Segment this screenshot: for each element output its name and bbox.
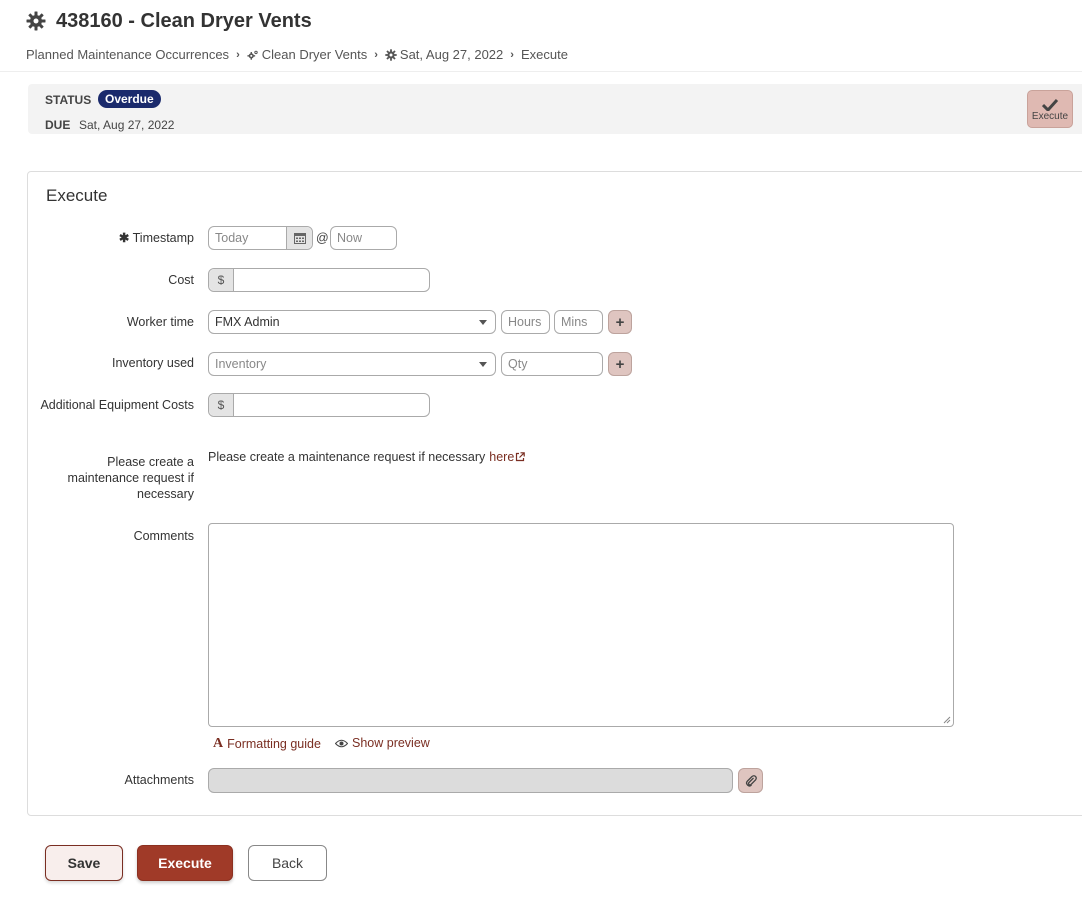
font-icon: A xyxy=(213,736,224,751)
breadcrumb-item-clean-dryer-vents[interactable]: Clean Dryer Vents xyxy=(247,47,368,62)
worker-select[interactable]: FMX Admin xyxy=(208,310,496,334)
add-worker-time-button[interactable]: + xyxy=(608,310,632,334)
paperclip-icon xyxy=(745,775,757,787)
execute-action-button[interactable]: Execute xyxy=(1027,90,1073,128)
show-preview-label: Show preview xyxy=(352,736,430,750)
breadcrumb-label: Execute xyxy=(520,47,568,62)
qty-field[interactable]: Qty xyxy=(501,352,603,376)
worker-selected-value: FMX Admin xyxy=(215,315,280,329)
plus-icon: + xyxy=(615,313,625,331)
page-title-text: 438160 - Clean Dryer Vents xyxy=(56,9,312,32)
hours-placeholder: Hours xyxy=(508,315,542,329)
cost-label: Cost xyxy=(168,273,194,287)
inventory-placeholder: Inventory xyxy=(215,357,267,371)
hours-field[interactable]: Hours xyxy=(501,310,550,334)
back-button[interactable]: Back xyxy=(248,845,327,881)
external-link-icon xyxy=(516,452,526,462)
attachments-field[interactable] xyxy=(208,768,733,793)
breadcrumb-item-execute: Execute xyxy=(521,47,568,62)
date-input[interactable]: Today xyxy=(209,231,286,245)
gears-icon xyxy=(247,50,258,60)
mins-placeholder: Mins xyxy=(561,315,588,329)
qty-placeholder: Qty xyxy=(508,357,528,371)
page-title: 438160 - Clean Dryer Vents xyxy=(26,8,312,34)
inventory-label: Inventory used xyxy=(112,356,194,370)
gear-icon xyxy=(26,11,46,31)
execute-button[interactable]: Execute xyxy=(137,845,233,881)
dollar-prefix: $ xyxy=(209,269,234,291)
breadcrumb-label: Clean Dryer Vents xyxy=(261,47,368,62)
breadcrumb: Planned Maintenance Occurrences › Clean … xyxy=(26,47,568,62)
equipment-costs-label: Additional Equipment Costs xyxy=(40,398,194,412)
chevron-down-icon xyxy=(479,320,487,325)
maintenance-request-message: Please create a maintenance request if n… xyxy=(208,450,486,464)
required-icon: ✱ xyxy=(118,231,130,245)
execute-action-label: Execute xyxy=(1031,110,1069,122)
divider xyxy=(0,71,1082,72)
chevron-right-icon: › xyxy=(374,48,378,61)
inventory-select[interactable]: Inventory xyxy=(208,352,496,376)
chevron-right-icon: › xyxy=(236,48,240,61)
formatting-guide-link[interactable]: A Formatting guide xyxy=(213,736,321,752)
equipment-costs-field[interactable]: $ xyxy=(208,393,430,417)
breadcrumb-label: Sat, Aug 27, 2022 xyxy=(399,47,504,62)
save-button[interactable]: Save xyxy=(45,845,123,881)
cost-field[interactable]: $ xyxy=(208,268,430,292)
breadcrumb-item-date[interactable]: Sat, Aug 27, 2022 xyxy=(385,47,503,62)
worker-time-label: Worker time xyxy=(126,315,194,329)
time-placeholder: Now xyxy=(337,231,363,245)
maintenance-request-text: Please create a maintenance request if n… xyxy=(208,450,526,464)
formatting-guide-label: Formatting guide xyxy=(227,737,321,751)
timestamp-label: ✱ Timestamp xyxy=(24,230,194,246)
status-panel: STATUS Overdue DUE Sat, Aug 27, 2022 Exe… xyxy=(28,84,1082,134)
mins-field[interactable]: Mins xyxy=(554,310,603,334)
status-label: STATUS xyxy=(45,93,92,107)
gear-icon xyxy=(385,48,397,61)
due-value: Sat, Aug 27, 2022 xyxy=(79,118,175,132)
chevron-down-icon xyxy=(479,362,487,367)
maintenance-request-label: Please create a maintenance request if n… xyxy=(67,455,194,501)
resize-grip-icon[interactable] xyxy=(943,716,951,724)
check-icon xyxy=(1042,98,1058,111)
at-symbol: @ xyxy=(316,231,329,245)
status-badge: Overdue xyxy=(98,90,161,108)
chevron-right-icon: › xyxy=(510,48,514,61)
show-preview-link[interactable]: Show preview xyxy=(335,736,430,750)
plus-icon: + xyxy=(615,355,625,373)
add-inventory-button[interactable]: + xyxy=(608,352,632,376)
eye-icon xyxy=(335,739,348,747)
comments-label: Comments xyxy=(133,529,194,543)
breadcrumb-label: Planned Maintenance Occurrences xyxy=(26,47,230,62)
comments-textarea[interactable] xyxy=(208,523,954,727)
attachments-label: Attachments xyxy=(124,773,194,787)
panel-title: Execute xyxy=(46,186,108,205)
dollar-prefix: $ xyxy=(209,394,234,416)
breadcrumb-item-occurrences[interactable]: Planned Maintenance Occurrences xyxy=(26,47,229,62)
timestamp-time-field[interactable]: Now xyxy=(330,226,397,250)
calendar-icon[interactable] xyxy=(286,227,312,249)
timestamp-date-field[interactable]: Today xyxy=(208,226,313,250)
timestamp-label-text: Timestamp xyxy=(132,231,194,245)
attach-file-button[interactable] xyxy=(738,768,763,793)
due-label: DUE xyxy=(45,118,71,132)
maintenance-request-link[interactable]: here xyxy=(489,450,514,464)
